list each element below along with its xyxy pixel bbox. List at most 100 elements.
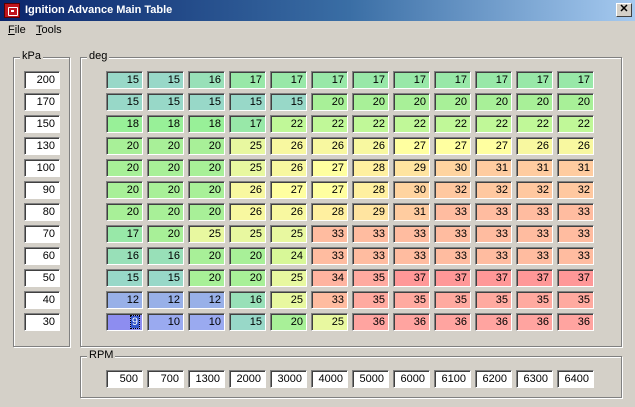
table-cell[interactable]: 36 xyxy=(475,313,512,331)
table-cell[interactable]: 33 xyxy=(475,203,512,221)
table-cell[interactable]: 16 xyxy=(188,71,225,89)
table-cell[interactable]: 20 xyxy=(147,203,184,221)
table-cell[interactable]: 25 xyxy=(229,225,266,243)
table-cell[interactable]: 22 xyxy=(393,115,430,133)
table-cell[interactable]: 17 xyxy=(229,71,266,89)
table-cell[interactable]: 36 xyxy=(393,313,430,331)
table-cell[interactable]: 20 xyxy=(188,137,225,155)
kpa-field[interactable]: 100 xyxy=(24,159,60,177)
table-cell[interactable]: 33 xyxy=(557,247,594,265)
table-cell[interactable]: 20 xyxy=(147,225,184,243)
kpa-field[interactable]: 40 xyxy=(24,291,60,309)
table-cell[interactable]: 33 xyxy=(311,225,348,243)
table-cell[interactable]: 35 xyxy=(352,269,389,287)
table-cell[interactable]: 35 xyxy=(393,291,430,309)
table-cell[interactable]: 31 xyxy=(516,159,553,177)
table-cell[interactable]: 37 xyxy=(434,269,471,287)
table-cell[interactable]: 37 xyxy=(557,269,594,287)
table-cell[interactable]: 33 xyxy=(516,225,553,243)
table-cell[interactable]: 31 xyxy=(393,203,430,221)
table-cell[interactable]: 25 xyxy=(311,313,348,331)
kpa-field[interactable]: 60 xyxy=(24,247,60,265)
table-cell[interactable]: 33 xyxy=(516,247,553,265)
table-cell[interactable]: 33 xyxy=(475,247,512,265)
table-cell[interactable]: 22 xyxy=(311,115,348,133)
table-cell[interactable]: 24 xyxy=(270,247,307,265)
table-cell[interactable]: 20 xyxy=(188,159,225,177)
table-cell[interactable]: 25 xyxy=(270,291,307,309)
table-cell[interactable]: 18 xyxy=(106,115,143,133)
table-cell[interactable]: 26 xyxy=(352,137,389,155)
table-cell[interactable]: 33 xyxy=(475,225,512,243)
table-cell[interactable]: 36 xyxy=(352,313,389,331)
table-cell[interactable]: 33 xyxy=(516,203,553,221)
table-cell[interactable]: 36 xyxy=(434,313,471,331)
rpm-field[interactable]: 4000 xyxy=(311,370,348,388)
kpa-field[interactable]: 70 xyxy=(24,225,60,243)
table-cell[interactable]: 12 xyxy=(106,291,143,309)
table-cell[interactable]: 33 xyxy=(434,203,471,221)
table-cell[interactable]: 15 xyxy=(106,93,143,111)
table-cell[interactable]: 26 xyxy=(516,137,553,155)
table-cell[interactable]: 30 xyxy=(393,181,430,199)
table-cell[interactable]: 36 xyxy=(516,313,553,331)
table-cell[interactable]: 25 xyxy=(188,225,225,243)
table-cell[interactable]: 33 xyxy=(393,225,430,243)
table-cell[interactable]: 20 xyxy=(106,137,143,155)
kpa-field[interactable]: 150 xyxy=(24,115,60,133)
table-cell[interactable]: 22 xyxy=(352,115,389,133)
table-cell[interactable]: 26 xyxy=(270,137,307,155)
rpm-field[interactable]: 2000 xyxy=(229,370,266,388)
rpm-field[interactable]: 6400 xyxy=(557,370,594,388)
table-cell[interactable]: 33 xyxy=(311,247,348,265)
table-cell[interactable]: 26 xyxy=(270,159,307,177)
table-cell[interactable]: 17 xyxy=(516,71,553,89)
table-cell[interactable]: 31 xyxy=(475,159,512,177)
table-cell[interactable]: 27 xyxy=(311,181,348,199)
table-cell[interactable]: 17 xyxy=(393,71,430,89)
table-cell[interactable]: 35 xyxy=(352,291,389,309)
table-cell[interactable]: 20 xyxy=(106,181,143,199)
rpm-field[interactable]: 500 xyxy=(106,370,143,388)
table-cell[interactable]: 27 xyxy=(434,137,471,155)
table-cell[interactable]: 20 xyxy=(106,159,143,177)
table-cell[interactable]: 34 xyxy=(311,269,348,287)
table-cell[interactable]: 32 xyxy=(434,181,471,199)
rpm-field[interactable]: 6200 xyxy=(475,370,512,388)
table-cell[interactable]: 27 xyxy=(270,181,307,199)
table-cell[interactable]: 32 xyxy=(475,181,512,199)
table-cell[interactable]: 27 xyxy=(475,137,512,155)
table-cell[interactable]: 33 xyxy=(311,291,348,309)
table-cell[interactable]: 20 xyxy=(516,93,553,111)
table-cell[interactable]: 26 xyxy=(557,137,594,155)
menu-tools[interactable]: Tools xyxy=(36,24,62,36)
kpa-field[interactable]: 170 xyxy=(24,93,60,111)
table-cell[interactable]: 22 xyxy=(475,115,512,133)
table-cell[interactable]: 12 xyxy=(147,291,184,309)
table-cell[interactable]: 37 xyxy=(475,269,512,287)
table-cell[interactable]: 37 xyxy=(516,269,553,287)
table-cell[interactable]: 20 xyxy=(557,93,594,111)
table-cell[interactable]: 27 xyxy=(393,137,430,155)
rpm-field[interactable]: 700 xyxy=(147,370,184,388)
table-cell[interactable]: 33 xyxy=(393,247,430,265)
table-cell[interactable]: 15 xyxy=(106,269,143,287)
table-cell[interactable]: 31 xyxy=(557,159,594,177)
table-cell[interactable]: 17 xyxy=(106,225,143,243)
table-cell[interactable]: 25 xyxy=(229,137,266,155)
table-cell[interactable]: 35 xyxy=(475,291,512,309)
table-cell[interactable]: 33 xyxy=(557,225,594,243)
table-cell[interactable]: 26 xyxy=(229,203,266,221)
table-cell[interactable]: 20 xyxy=(188,247,225,265)
kpa-field[interactable]: 130 xyxy=(24,137,60,155)
table-cell[interactable]: 9 xyxy=(106,313,143,331)
table-cell[interactable]: 20 xyxy=(270,313,307,331)
table-cell[interactable]: 33 xyxy=(434,247,471,265)
menu-file[interactable]: File xyxy=(8,24,26,36)
table-cell[interactable]: 15 xyxy=(147,93,184,111)
table-cell[interactable]: 20 xyxy=(188,203,225,221)
table-cell[interactable]: 20 xyxy=(188,181,225,199)
table-cell[interactable]: 26 xyxy=(229,181,266,199)
table-cell[interactable]: 28 xyxy=(352,181,389,199)
table-cell[interactable]: 35 xyxy=(516,291,553,309)
